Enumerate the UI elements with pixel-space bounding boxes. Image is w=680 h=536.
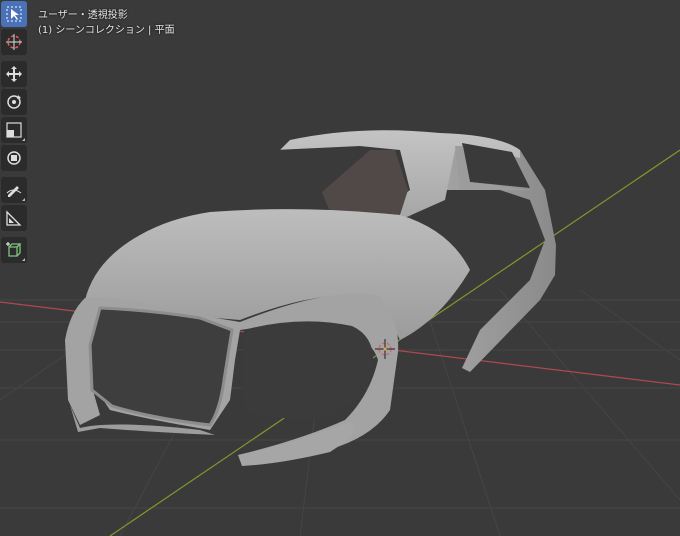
view-mode-label: ユーザー・透視投影 bbox=[38, 10, 128, 21]
3d-cursor-icon bbox=[6, 34, 22, 50]
add-cube-tool-button[interactable] bbox=[1, 237, 27, 263]
car-body-mesh[interactable] bbox=[65, 130, 556, 466]
collection-status-label: (1) シーンコレクション | 平面 bbox=[38, 25, 175, 36]
move-arrows-icon bbox=[6, 66, 22, 82]
tool-shelf bbox=[0, 0, 28, 264]
viewport-header-overlay: ユーザー・透視投影 (1) シーンコレクション | 平面 bbox=[38, 8, 175, 38]
add-cube-icon bbox=[6, 242, 22, 257]
transform-tool-button[interactable] bbox=[1, 145, 27, 171]
scale-icon bbox=[6, 122, 22, 138]
3d-viewport[interactable]: ユーザー・透視投影 (1) シーンコレクション | 平面 bbox=[0, 0, 680, 536]
annotate-pencil-icon bbox=[6, 186, 22, 197]
cursor-tool-button[interactable] bbox=[1, 29, 27, 55]
select-box-tool-button[interactable] bbox=[1, 1, 27, 27]
viewport-scene[interactable] bbox=[0, 0, 680, 536]
measure-tool-button[interactable] bbox=[1, 205, 27, 231]
rotate-tool-button[interactable] bbox=[1, 89, 27, 115]
measure-ruler-icon bbox=[6, 210, 22, 226]
annotate-tool-button[interactable] bbox=[1, 177, 27, 203]
transform-icon bbox=[7, 151, 21, 165]
scale-tool-button[interactable] bbox=[1, 117, 27, 143]
cursor-arrow-icon bbox=[6, 6, 22, 22]
move-tool-button[interactable] bbox=[1, 61, 27, 87]
rotate-icon bbox=[7, 95, 21, 109]
